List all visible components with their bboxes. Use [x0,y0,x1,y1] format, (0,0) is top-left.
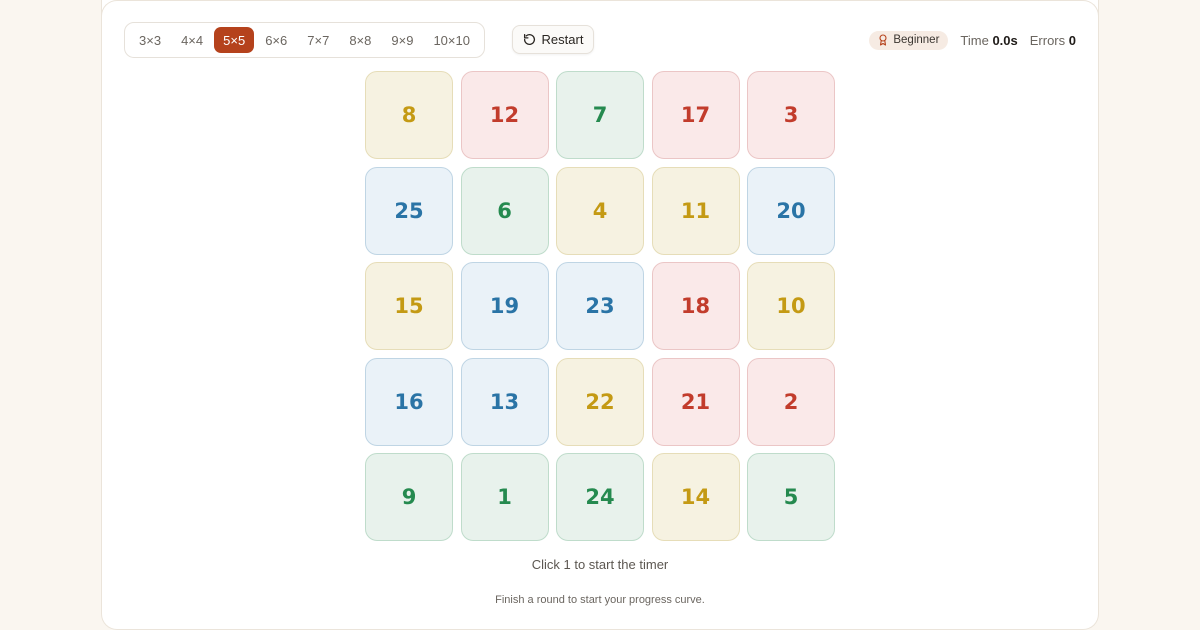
number-tile[interactable]: 14 [651,453,740,541]
size-option[interactable]: 9×9 [382,27,422,53]
level-label: Beginner [893,34,940,46]
time-value: 0.0s [992,32,1018,48]
number-tile[interactable]: 25 [365,166,453,255]
number-tile[interactable]: 16 [365,357,453,446]
size-option[interactable]: 7×7 [298,27,338,53]
level-badge: Beginner [869,30,949,50]
number-tile[interactable]: 10 [747,262,835,350]
number-tile[interactable]: 3 [747,71,835,159]
errors-stat: Errors 0 [1030,33,1076,48]
restart-label: Restart [541,32,584,47]
size-option[interactable]: 10×10 [424,27,479,53]
grid-size-selector: 3×3 4×4 5×5 6×6 7×7 8×8 9×9 10×10 [124,22,485,58]
number-tile[interactable]: 20 [747,166,835,255]
stats-bar: Beginner Time 0.0s Errors 0 [869,30,1076,50]
number-tile[interactable]: 24 [556,453,644,541]
restart-button[interactable]: Restart [512,25,594,54]
number-tile[interactable]: 21 [651,357,740,446]
number-tile[interactable]: 2 [747,357,835,446]
number-tile[interactable]: 13 [460,357,549,446]
size-option[interactable]: 6×6 [256,27,296,53]
number-tile[interactable]: 7 [556,71,644,159]
number-tile[interactable]: 1 [460,453,549,541]
number-tile[interactable]: 18 [651,262,740,350]
number-tile[interactable]: 6 [460,166,549,255]
number-tile[interactable]: 9 [365,453,453,541]
game-card: 3×3 4×4 5×5 6×6 7×7 8×8 9×9 10×10 Restart Begin… [101,0,1099,630]
number-tile[interactable]: 23 [556,262,644,350]
progress-note: Finish a round to start your progress cu… [495,594,705,606]
errors-value: 0 [1068,32,1076,48]
number-tile[interactable]: 19 [460,262,549,350]
time-stat: Time 0.0s [960,33,1017,48]
number-tile[interactable]: 11 [651,166,740,255]
size-option[interactable]: 3×3 [130,27,170,53]
number-tile[interactable]: 4 [556,166,644,255]
number-grid: 8 12 7 17 3 25 6 4 11 20 15 19 23 18 10 16 13 22 21 2 9 1 24 14… [365,71,835,541]
number-tile[interactable]: 12 [460,71,549,159]
number-tile[interactable]: 22 [556,357,644,446]
award-icon [879,34,887,46]
errors-label: Errors [1029,32,1066,48]
size-option[interactable]: 4×4 [172,27,212,53]
rotate-ccw-icon [523,33,535,45]
size-option[interactable]: 8×8 [340,27,380,53]
number-tile[interactable]: 17 [651,71,740,159]
number-tile[interactable]: 15 [365,262,453,350]
number-tile[interactable]: 8 [365,71,453,159]
start-hint: Click 1 to start the timer [531,557,669,572]
number-tile[interactable]: 5 [747,453,835,541]
time-label: Time [960,32,989,48]
size-option[interactable]: 5×5 [214,27,255,53]
